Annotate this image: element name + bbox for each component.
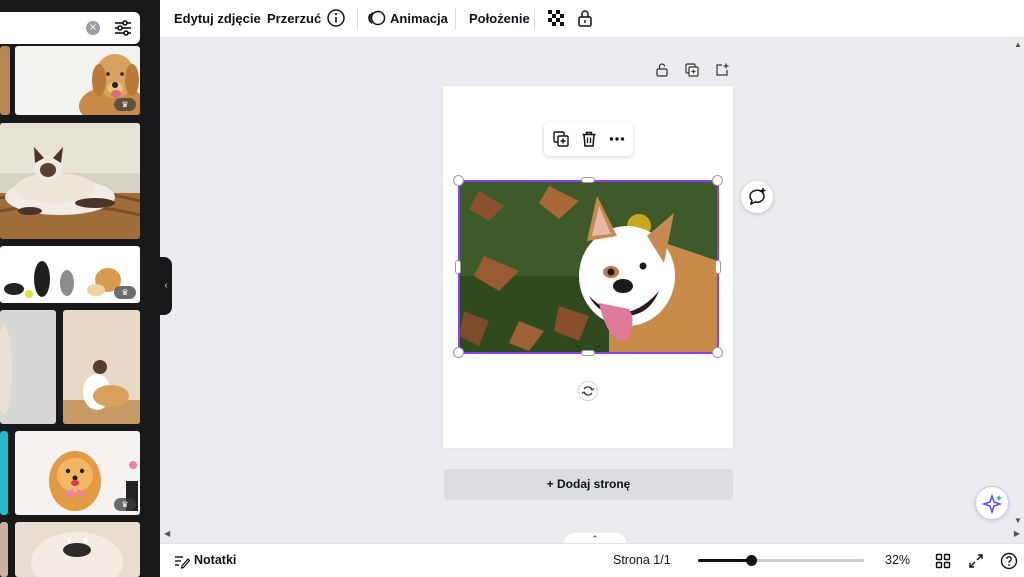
resize-handle-top[interactable] [581,177,595,183]
siamese-cat-image [0,123,140,239]
animation-button[interactable]: Animacja [390,0,448,37]
lock-icon[interactable] [575,8,595,28]
crown-icon: ♛ [114,286,136,299]
zoom-slider-fill [698,559,751,562]
grid-view-icon[interactable] [935,553,951,569]
photo-thumb-partial[interactable] [0,522,8,577]
comment-add-icon [749,188,766,206]
zoom-slider[interactable] [698,555,864,566]
photo-thumb-siamese-cat[interactable] [0,123,140,239]
chevron-left-icon: ‹ [164,280,168,291]
notes-icon[interactable] [174,553,190,569]
trash-icon[interactable] [580,130,598,148]
info-icon[interactable] [326,8,346,28]
selected-dog-photo[interactable] [459,181,718,353]
editor-app: × ♛ ♛ ♛ ‹ Edytuj zdjęcie Przerzuć Animac… [0,0,1024,577]
resize-handle-bottom-right[interactable] [712,347,723,358]
help-icon[interactable] [1000,552,1018,570]
toolbar-divider [455,8,456,30]
scroll-down-arrow-icon[interactable]: ▼ [1014,516,1022,525]
context-toolbar: Edytuj zdjęcie Przerzuć Animacja Położen… [160,0,1024,38]
animation-icon[interactable] [367,8,387,28]
collapse-panel-handle[interactable]: ‹ [160,257,172,315]
resize-handle-top-left[interactable] [453,175,464,186]
rotate-icon [581,386,595,396]
clear-icon[interactable]: × [86,21,100,35]
notes-button[interactable]: Notatki [194,544,236,577]
resize-handle-left[interactable] [455,260,461,274]
scroll-right-arrow-icon[interactable]: ▶ [1014,529,1020,538]
edit-photo-button[interactable]: Edytuj zdjęcie [174,0,261,37]
photo-thumb-golden-retriever-2[interactable]: ♛ [15,46,140,115]
filter-icon[interactable] [113,18,133,38]
transparency-icon[interactable] [546,8,566,28]
duplicate-icon[interactable] [552,130,570,148]
vertical-scrollbar[interactable]: ▲ ▼ [1012,38,1024,527]
photo-thumb-cyan[interactable] [0,431,8,515]
position-button[interactable]: Położenie [469,0,530,37]
photo-thumb-dog-white-wall[interactable] [0,310,56,424]
magic-assistant-button[interactable] [975,486,1009,520]
photo-thumb-fluffy-dog[interactable] [15,522,140,577]
smiling-dog-image [459,181,718,353]
zoom-percentage[interactable]: 32% [885,544,910,577]
magic-sparkle-icon [981,493,1003,515]
fluffy-dog-image [31,532,123,577]
more-icon[interactable] [608,130,626,148]
crown-icon: ♛ [114,98,136,111]
crown-icon: ♛ [114,498,136,511]
unlock-icon[interactable] [654,62,670,78]
add-page-button[interactable]: + Dodaj stronę [444,469,733,500]
photo-thumb-woman-with-dog[interactable] [63,310,140,424]
scroll-left-arrow-icon[interactable]: ◀ [164,529,170,538]
woman-dog-image [63,360,140,424]
scroll-up-arrow-icon[interactable]: ▲ [1014,40,1022,49]
element-floating-toolbar [544,122,633,156]
add-page-icon[interactable] [714,62,730,78]
bottom-toolbar: Notatki Strona 1/1 32% [160,543,1024,577]
photo-thumb-golden-retriever[interactable] [0,46,10,115]
toolbar-divider [534,8,535,30]
resize-handle-bottom[interactable] [581,350,595,356]
resize-handle-right[interactable] [715,260,721,274]
search-input[interactable]: × [0,12,140,44]
photo-thumb-pomeranian[interactable]: ♛ [15,431,140,515]
flip-button[interactable]: Przerzuć [267,0,321,37]
add-comment-button[interactable] [741,181,773,213]
photo-thumb-pets-group[interactable]: ♛ [0,246,140,303]
fullscreen-icon[interactable] [968,553,984,569]
resize-handle-top-right[interactable] [712,175,723,186]
photos-panel: × ♛ ♛ ♛ [0,0,160,577]
duplicate-page-icon[interactable] [684,62,700,78]
rotate-handle[interactable] [578,381,598,401]
resize-handle-bottom-left[interactable] [453,347,464,358]
zoom-slider-thumb[interactable] [746,555,757,566]
toolbar-divider [357,8,358,30]
page-indicator[interactable]: Strona 1/1 [613,544,671,577]
white-wall-image [0,326,12,414]
